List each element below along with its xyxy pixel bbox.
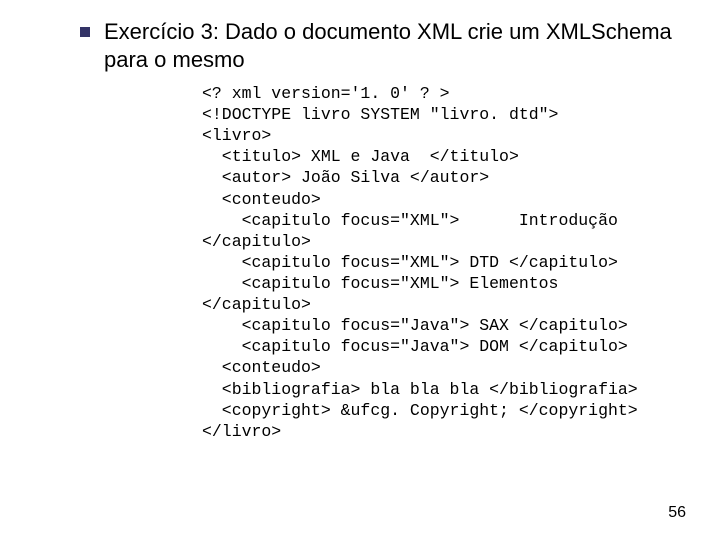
slide-title: Exercício 3: Dado o documento XML crie u… (104, 18, 680, 73)
slide-body: Exercício 3: Dado o documento XML crie u… (0, 0, 720, 442)
code-block-wrap: <? xml version='1. 0' ? > <!DOCTYPE livr… (202, 83, 680, 442)
square-bullet-icon (80, 27, 90, 37)
page-number: 56 (668, 504, 686, 522)
title-row: Exercício 3: Dado o documento XML crie u… (80, 18, 680, 73)
xml-code-block: <? xml version='1. 0' ? > <!DOCTYPE livr… (202, 83, 680, 442)
